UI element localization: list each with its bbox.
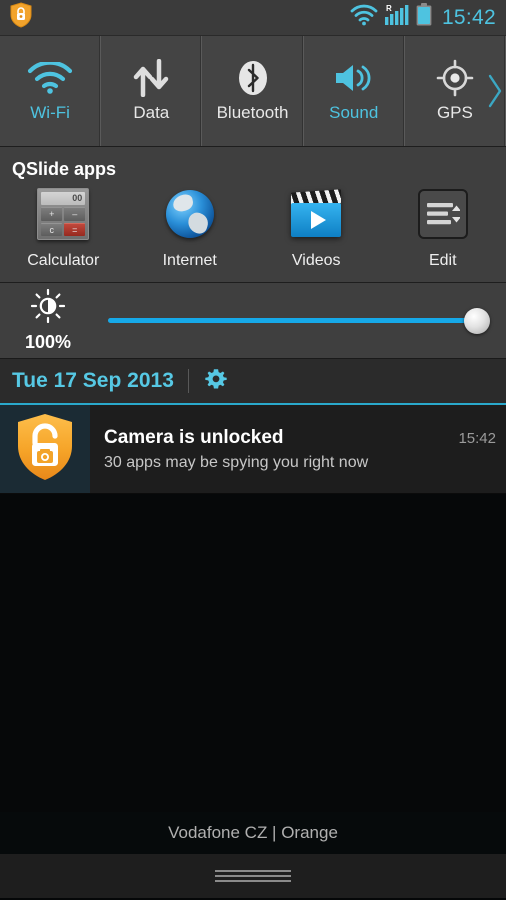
slider-thumb[interactable] — [464, 307, 490, 334]
status-bar-clock: 15:42 — [441, 6, 496, 29]
shade-drag-handle[interactable] — [0, 854, 506, 898]
brightness-indicator[interactable]: 100% — [0, 288, 96, 353]
carrier-label: Vodafone CZ | Orange — [0, 812, 506, 854]
qslide-apps-row: 00 + – c = Calculator Internet Videos Ed… — [0, 186, 506, 270]
calculator-icon: 00 + – c = — [35, 186, 91, 242]
qslide-app-label: Calculator — [27, 252, 100, 269]
notification-title: Camera is unlocked — [104, 426, 284, 448]
qslide-app-label: Videos — [291, 252, 341, 269]
status-bar-left-icons — [10, 2, 350, 33]
date-divider — [187, 369, 189, 393]
status-bar-right-icons: R 15:42 — [350, 3, 496, 32]
notification-body: Camera is unlocked 15:42 30 apps may be … — [90, 405, 506, 493]
signal-roaming-icon: R — [384, 3, 410, 32]
toggle-label: Data — [133, 102, 170, 122]
toggle-label: GPS — [436, 102, 473, 122]
wifi-icon — [350, 4, 378, 31]
toggle-wifi[interactable]: Wi-Fi — [0, 36, 102, 146]
calculator-display: 00 — [41, 192, 86, 205]
video-clapper-icon — [288, 186, 344, 242]
brightness-sun-icon — [30, 288, 66, 328]
bluetooth-icon — [236, 60, 270, 96]
qslide-app-label: Edit — [428, 252, 457, 269]
edit-list-icon — [415, 186, 471, 242]
calculator-key-clear: c — [41, 222, 63, 236]
qslide-app-internet[interactable]: Internet — [127, 186, 254, 270]
quick-toggles-row: Wi-Fi Data Bluetooth Sound GPS — [0, 36, 506, 147]
date-label: Tue 17 Sep 2013 — [12, 369, 174, 392]
gps-crosshair-icon — [436, 59, 474, 96]
notification-time: 15:42 — [458, 429, 496, 447]
drag-handle-icon — [215, 870, 291, 882]
brightness-row: 100% — [0, 283, 506, 359]
notification-item[interactable]: Camera is unlocked 15:42 30 apps may be … — [0, 405, 506, 494]
notification-shade: R 15:42 Wi-Fi Data Bluetooth Sound GPS Q… — [0, 0, 506, 900]
toggle-sound[interactable]: Sound — [304, 36, 405, 146]
qslide-title: QSlide apps — [12, 159, 117, 179]
globe-icon — [162, 186, 218, 242]
notification-icon-container — [0, 405, 90, 493]
date-bar: Tue 17 Sep 2013 — [0, 359, 506, 405]
qslide-app-videos[interactable]: Videos — [253, 186, 380, 270]
data-arrows-icon — [130, 58, 172, 97]
qslide-app-edit[interactable]: Edit — [380, 186, 506, 270]
notification-title-row: Camera is unlocked 15:42 — [104, 427, 496, 449]
toggle-bluetooth[interactable]: Bluetooth — [202, 36, 304, 146]
chevron-right-icon[interactable] — [486, 70, 504, 112]
calculator-key-plus: + — [41, 207, 63, 221]
toggle-label: Wi-Fi — [30, 102, 70, 122]
shade-empty-area — [0, 494, 506, 812]
brightness-percent: 100% — [24, 331, 72, 352]
notification-text: 30 apps may be spying you right now — [104, 453, 369, 471]
battery-icon — [416, 3, 432, 32]
slider-fill — [108, 318, 478, 323]
shield-lock-icon — [10, 2, 32, 33]
notification-list: Camera is unlocked 15:42 30 apps may be … — [0, 405, 506, 494]
brightness-slider[interactable] — [96, 301, 490, 341]
shield-camera-unlocked-icon — [15, 412, 75, 487]
sound-speaker-icon — [333, 60, 375, 96]
calculator-key-equals: = — [64, 222, 86, 236]
toggle-label: Bluetooth — [216, 102, 289, 122]
qslide-app-calculator[interactable]: 00 + – c = Calculator — [0, 186, 127, 270]
status-bar: R 15:42 — [0, 0, 506, 36]
calculator-key-minus: – — [64, 207, 86, 221]
svg-text:R: R — [386, 4, 392, 13]
wifi-icon — [27, 60, 73, 96]
qslide-app-label: Internet — [162, 252, 217, 269]
qslide-section: QSlide apps 00 + – c = Calculator Intern… — [0, 147, 506, 283]
toggle-data[interactable]: Data — [101, 36, 203, 146]
gear-icon[interactable] — [203, 366, 229, 397]
toggle-label: Sound — [329, 102, 379, 122]
